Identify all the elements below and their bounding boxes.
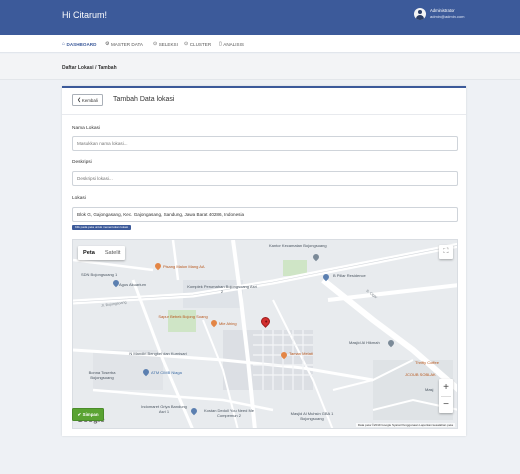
greeting: Hi Citarum!	[62, 10, 108, 20]
place-b-pillar: B Pillar Residence	[333, 273, 366, 278]
place-kostan: Kostan Dedoll You Need Me Compemun 2	[203, 408, 255, 418]
chevron-left-icon: ❮	[77, 97, 81, 102]
avatar-head	[418, 10, 422, 14]
nav-cluster[interactable]: ⊙ CLUSTER	[184, 41, 211, 47]
map-pin-icon: ⊙	[153, 41, 158, 47]
place-jcoub-soblak: JCOUB SOBLAK	[405, 372, 436, 377]
form-card: ❮ Kembali Tambah Data lokasi Nama Lokasi…	[62, 86, 466, 436]
save-button[interactable]: ✔ Simpan	[72, 408, 104, 421]
fullscreen-button[interactable]: ⛶	[439, 245, 453, 259]
nav-analisis-label: ANALISIS	[223, 41, 244, 47]
location-map[interactable]: Peta Satelit ⛶ Kantor Kecamatan Bojongso…	[72, 239, 458, 429]
fullscreen-icon: ⛶	[443, 248, 449, 255]
map-type-satellite-button[interactable]: Satelit	[100, 246, 126, 260]
map-tiles	[73, 240, 457, 428]
avatar-body	[416, 15, 424, 20]
zoom-out-button[interactable]: −	[439, 396, 453, 413]
map-type-toggle: Peta Satelit	[78, 246, 126, 260]
map-type-map-button[interactable]: Peta	[78, 246, 100, 260]
breadcrumb-bar: Daftar Lokasi / Tambah	[0, 54, 520, 80]
form-title: Tambah Data lokasi	[113, 96, 175, 103]
place-masjid-edge: Masj	[425, 387, 434, 392]
check-icon: ✔	[77, 411, 82, 417]
top-header: Hi Citarum! Administrator admin@admin.co…	[0, 0, 520, 35]
place-mie-ahing: Mie Ahing	[219, 321, 237, 326]
place-mandiri-bengkel: N Mandiri Bengkel dan Kurnisari	[129, 351, 187, 356]
place-taman-melati: Taman Melati	[289, 351, 313, 356]
location-hint-badge: Klik pada peta untuk menentukan lokasi	[72, 225, 132, 230]
back-button-label: Kembali	[81, 97, 98, 103]
place-masjid-al-muhsin: Masjid Al Muhsin GBA 1 Bojongsoang	[290, 411, 334, 421]
place-pisang-malon: Pisang Malon Mang AA	[163, 264, 205, 269]
place-indomaret: Indomaret Griya Bandung Asri 1	[141, 404, 187, 414]
place-thrifty-coffee: Thrifty Coffee	[415, 360, 439, 365]
place-bonna-toserba: Bonna Toserba Bojongsoang	[88, 370, 116, 380]
place-sdn-bojongsoang: SDN Bojongsoang 1	[81, 272, 118, 277]
nav-seleksi-label: SELEKSI	[158, 41, 178, 47]
place-agus-akuarium: Agus Akuarium	[119, 282, 146, 287]
nav-seleksi[interactable]: ⊙ SELEKSI	[153, 41, 178, 47]
breadcrumb: Daftar Lokasi / Tambah	[62, 65, 117, 71]
place-sapur-bebek: Sapur Bebek Bojong Soang	[158, 314, 208, 319]
avatar[interactable]	[414, 8, 426, 20]
nav-master-data[interactable]: ⚙ MASTER DATA	[105, 41, 143, 47]
nav-master-data-label: MASTER DATA	[110, 41, 143, 47]
back-button[interactable]: ❮ Kembali	[72, 94, 103, 106]
name-input[interactable]	[72, 136, 458, 151]
place-masjid-al-hikmah: Masjid Al Hikmah	[349, 340, 380, 345]
gear-icon: ⚙	[105, 41, 110, 47]
map-pin-icon: ⊙	[184, 41, 189, 47]
document-icon: ▯	[219, 41, 222, 47]
place-komplek-perumahan: Komplek Perumahan Bojongsoang Asri 2	[187, 284, 257, 294]
zoom-in-button[interactable]: +	[439, 379, 453, 396]
save-button-label: Simpan	[82, 412, 99, 417]
main-nav: ⌂ DASHBOARD ⚙ MASTER DATA ⊙ SELEKSI ⊙ CL…	[0, 35, 520, 53]
nav-cluster-label: CLUSTER	[189, 41, 212, 47]
name-label: Nama Lokasi	[72, 126, 100, 131]
divider	[62, 114, 466, 115]
location-label: Lokasi	[72, 196, 86, 201]
description-input[interactable]	[72, 171, 458, 186]
zoom-divider	[441, 396, 451, 397]
place-kantor-kecamatan: Kantor Kecamatan Bojongsoang	[269, 243, 327, 248]
user-name[interactable]: Administrator	[430, 8, 455, 13]
home-icon: ⌂	[62, 41, 66, 47]
location-input[interactable]	[72, 207, 458, 222]
nav-dashboard[interactable]: ⌂ DASHBOARD	[62, 41, 96, 47]
zoom-controls: + −	[439, 379, 453, 413]
nav-analisis[interactable]: ▯ ANALISIS	[219, 41, 244, 47]
description-label: Deskripsi	[72, 160, 92, 165]
place-atm-cimb: ATM CIMB Niaga	[151, 370, 182, 375]
user-email: admin@admin.com	[430, 14, 465, 19]
nav-dashboard-label: DASHBOARD	[66, 41, 97, 47]
map-attribution[interactable]: Data peta ©2019 Google Syarat Penggunaan…	[355, 423, 455, 427]
